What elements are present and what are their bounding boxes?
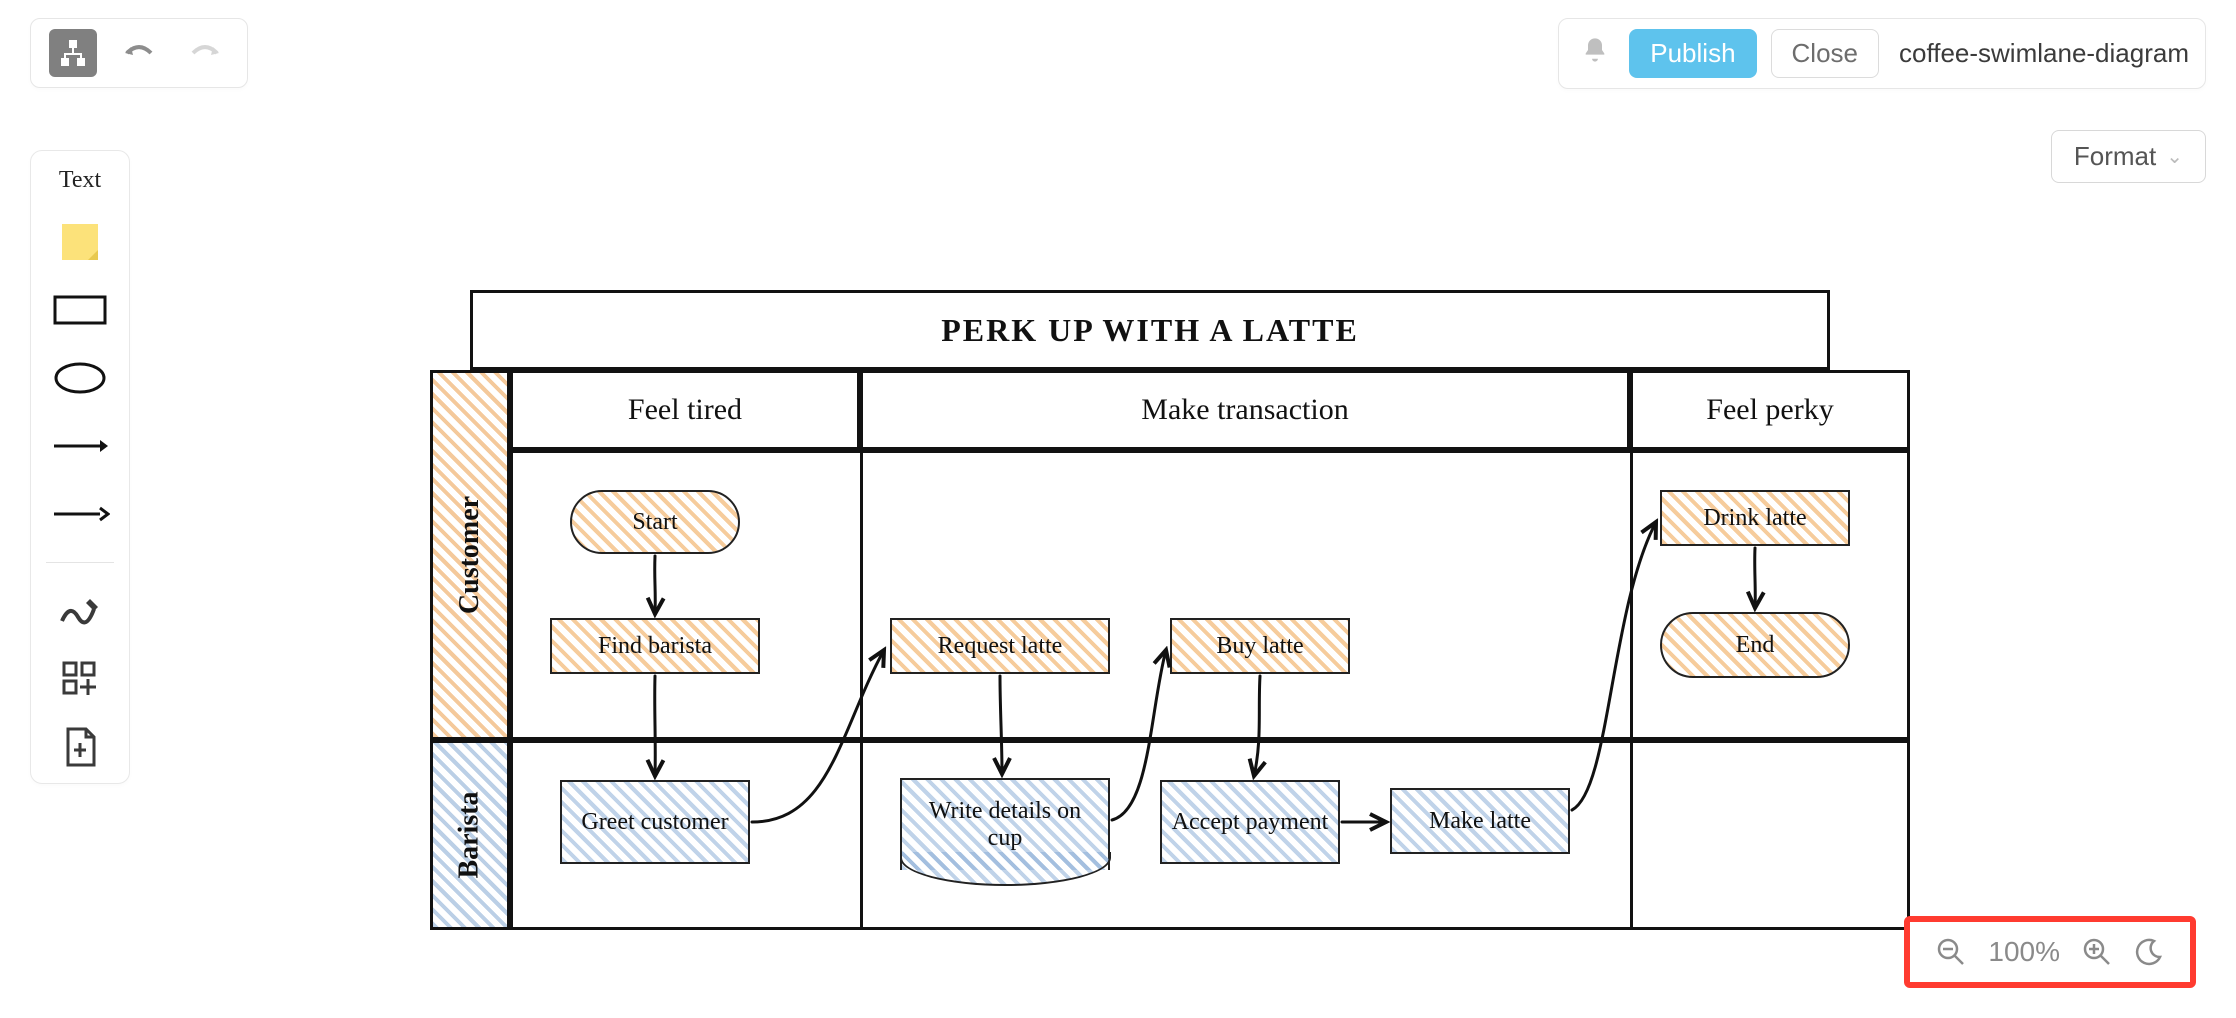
node-drink-latte[interactable]: Drink latte [1660, 490, 1850, 546]
publish-button[interactable]: Publish [1629, 29, 1756, 78]
freehand-tool[interactable] [50, 591, 110, 631]
zoom-level[interactable]: 100% [1988, 936, 2060, 968]
undo-icon[interactable] [115, 29, 163, 77]
palette-divider [46, 562, 115, 563]
node-accept-payment[interactable]: Accept payment [1160, 780, 1340, 864]
palette-text-label[interactable]: Text [59, 167, 101, 194]
dark-mode-icon[interactable] [2134, 937, 2164, 967]
phase-feel-perky[interactable]: Feel perky [1630, 370, 1910, 450]
bell-icon[interactable] [1575, 36, 1615, 71]
phase-feel-tired[interactable]: Feel tired [510, 370, 860, 450]
node-find-barista[interactable]: Find barista [550, 618, 760, 674]
node-end[interactable]: End [1660, 612, 1850, 678]
phase-divider-2 [1630, 450, 1633, 930]
arrow-open-tool[interactable] [50, 494, 110, 534]
hierarchy-icon[interactable] [49, 29, 97, 77]
ellipse-tool[interactable] [50, 358, 110, 398]
swimlane-pool[interactable]: PERK UP WITH A LATTE Customer Barista Fe… [430, 290, 1830, 930]
rectangle-tool[interactable] [50, 290, 110, 330]
add-page-tool[interactable] [50, 727, 110, 767]
lane-labels: Customer Barista [430, 370, 510, 930]
format-label: Format [2074, 141, 2156, 172]
zoom-controls-highlighted: 100% [1904, 916, 2196, 988]
node-request-latte[interactable]: Request latte [890, 618, 1110, 674]
shapes-palette: Text [30, 150, 130, 784]
document-toolbar: Publish Close coffee-swimlane-diagram [1558, 18, 2206, 89]
sticky-note-tool[interactable] [50, 222, 110, 262]
redo-icon[interactable] [181, 29, 229, 77]
add-shapes-tool[interactable] [50, 659, 110, 699]
history-toolbar [30, 18, 248, 88]
diagram-canvas[interactable]: PERK UP WITH A LATTE Customer Barista Fe… [430, 290, 1830, 930]
close-button[interactable]: Close [1771, 29, 1879, 78]
phase-divider-1 [860, 450, 863, 930]
node-make-latte[interactable]: Make latte [1390, 788, 1570, 854]
zoom-in-icon[interactable] [2082, 937, 2112, 967]
pool-title[interactable]: PERK UP WITH A LATTE [470, 290, 1830, 370]
node-buy-latte[interactable]: Buy latte [1170, 618, 1350, 674]
node-start[interactable]: Start [570, 490, 740, 554]
phase-make-transaction[interactable]: Make transaction [860, 370, 1630, 450]
node-greet-customer[interactable]: Greet customer [560, 780, 750, 864]
lane-customer[interactable]: Customer [430, 370, 510, 740]
node-write-details[interactable]: Write details on cup [900, 778, 1110, 870]
zoom-out-icon[interactable] [1936, 937, 1966, 967]
chevron-down-icon: ⌄ [2166, 144, 2183, 169]
lane-barista[interactable]: Barista [430, 740, 510, 930]
format-dropdown[interactable]: Format ⌄ [2051, 130, 2206, 183]
document-name: coffee-swimlane-diagram [1893, 38, 2189, 69]
arrow-solid-tool[interactable] [50, 426, 110, 466]
